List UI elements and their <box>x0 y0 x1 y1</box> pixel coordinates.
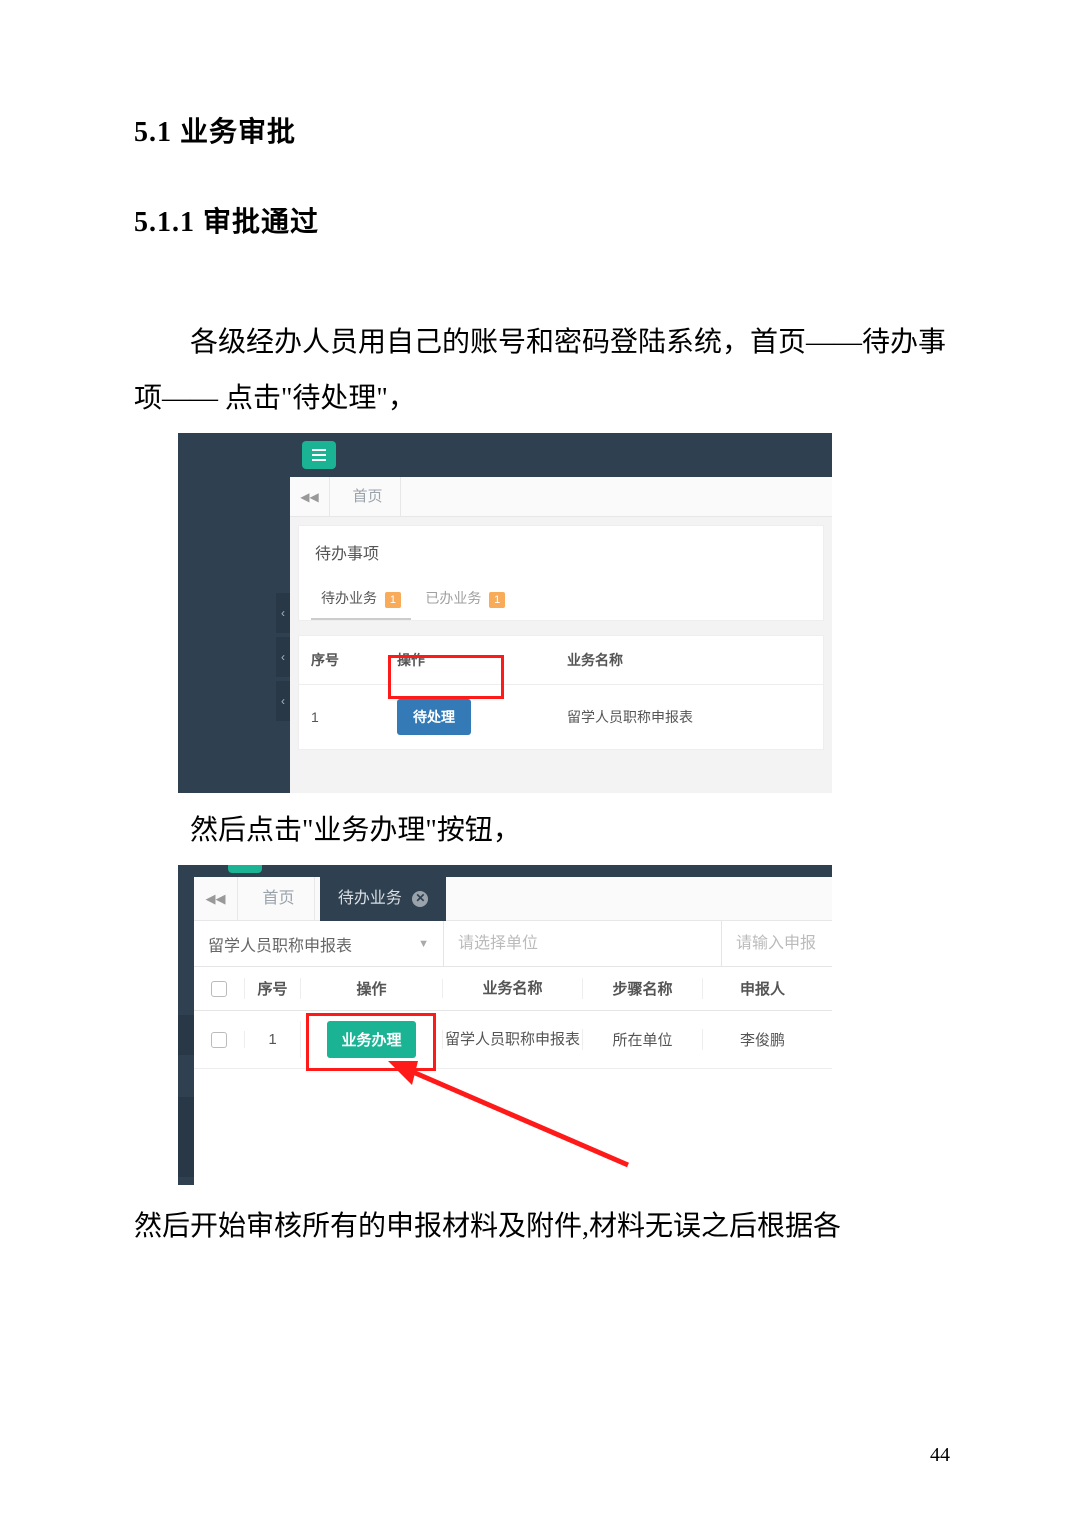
tab-home[interactable]: 首页 <box>242 877 315 921</box>
heading-5-1-1: 5.1.1 审批通过 <box>134 200 950 240</box>
topbar-remnant <box>194 865 832 877</box>
table-header-row: 序号 操作 业务名称 <box>299 636 823 685</box>
paragraph-2: 然后点击"业务办理"按钮， <box>134 803 950 859</box>
col-seq: 序号 <box>299 636 389 684</box>
hamburger-bottom-edge <box>228 865 262 873</box>
filter-applicant-input[interactable]: 请输入申报 <box>722 921 832 967</box>
badge-pending: 1 <box>385 592 401 608</box>
caret-down-icon: ▼ <box>418 938 429 950</box>
tabbar-back-button[interactable]: ◀◀ <box>290 477 330 517</box>
tab-bar: ◀◀ 首页 <box>290 477 832 517</box>
content-area: 待办事项 待办业务 1 已办业务 1 序号 操作 业务名称 1 <box>290 517 832 793</box>
sidebar-collapse-2[interactable] <box>178 1097 194 1137</box>
col-applicant: 申报人 <box>702 978 822 999</box>
cell-bizname: 留学人员职称申报表 <box>559 693 823 741</box>
pending-button[interactable]: 待处理 <box>397 699 471 735</box>
checkbox-all[interactable] <box>211 981 227 997</box>
subtab-done[interactable]: 已办业务 1 <box>415 578 515 618</box>
subtab-pending[interactable]: 待办业务 1 <box>311 578 411 620</box>
col-op: 操作 <box>389 636 559 684</box>
filter-biztype-value: 留学人员职称申报表 <box>208 932 352 956</box>
paragraph-1: 各级经办人员用自己的账号和密码登陆系统，首页——待办事项—— 点击"待处理"， <box>134 315 950 427</box>
subtab-done-label: 已办业务 <box>425 590 481 606</box>
col-seq: 序号 <box>244 978 300 999</box>
col-bizname: 业务名称 <box>442 979 582 999</box>
col-stepname: 步骤名称 <box>582 978 702 999</box>
sub-tabs: 待办业务 1 已办业务 1 <box>298 578 824 621</box>
topbar <box>290 433 832 477</box>
screenshot-1: ‹ ‹ ‹ ◀◀ 首页 待办事项 待办业务 1 已办业务 1 <box>178 433 832 793</box>
cell-op: 业务办理 <box>300 1021 442 1058</box>
cell-bizname: 留学人员职称申报表 <box>442 1030 582 1050</box>
sidebar-collapse-3[interactable]: ‹ <box>276 681 290 721</box>
process-button[interactable]: 业务办理 <box>327 1021 415 1058</box>
col-checkbox <box>194 980 244 997</box>
sidebar-collapse-1[interactable]: ‹ <box>276 593 290 633</box>
paragraph-3: 然后开始审核所有的申报材料及附件,材料无误之后根据各 <box>134 1199 950 1255</box>
cell-checkbox <box>194 1031 244 1048</box>
hamburger-button[interactable] <box>302 441 336 469</box>
filter-biztype-select[interactable]: 留学人员职称申报表 ▼ <box>194 921 444 967</box>
cell-stepname: 所在单位 <box>582 1029 702 1050</box>
tabbar-back-button[interactable]: ◀◀ <box>194 877 238 921</box>
cell-applicant: 李俊鹏 <box>702 1029 822 1050</box>
task-table: 序号 操作 业务名称 1 待处理 留学人员职称申报表 <box>298 635 824 750</box>
sidebar-collapse-2[interactable]: ‹ <box>276 637 290 677</box>
table-row: 1 待处理 留学人员职称申报表 <box>299 685 823 749</box>
col-bizname: 业务名称 <box>559 636 823 684</box>
menu-icon <box>312 449 326 461</box>
filter-row: 留学人员职称申报表 ▼ 请选择单位 请输入申报 <box>194 921 832 967</box>
table-row: 1 业务办理 留学人员职称申报表 所在单位 李俊鹏 <box>194 1011 832 1069</box>
cell-seq: 1 <box>244 1031 300 1048</box>
sidebar <box>178 433 290 793</box>
subtab-pending-label: 待办业务 <box>321 590 377 606</box>
close-icon[interactable]: ✕ <box>412 891 428 907</box>
tab-pending-biz[interactable]: 待办业务 ✕ <box>320 877 446 921</box>
badge-done: 1 <box>489 592 505 608</box>
heading-5-1: 5.1 业务审批 <box>134 110 950 150</box>
sidebar-collapse-1[interactable] <box>178 1015 194 1055</box>
sidebar-collapse-3[interactable] <box>178 1137 194 1177</box>
content-area: 留学人员职称申报表 ▼ 请选择单位 请输入申报 序号 操作 业务名称 步骤名称 … <box>194 921 832 1185</box>
page-number: 44 <box>930 1444 950 1467</box>
col-op: 操作 <box>300 978 442 999</box>
row-checkbox[interactable] <box>211 1032 227 1048</box>
cell-op: 待处理 <box>389 685 559 749</box>
tab-bar: ◀◀ 首页 待办业务 ✕ <box>194 877 832 921</box>
tab-home[interactable]: 首页 <box>334 477 401 517</box>
cell-seq: 1 <box>299 695 389 739</box>
panel-title: 待办事项 <box>298 525 824 578</box>
tab-pending-biz-label: 待办业务 <box>338 890 402 907</box>
filter-unit-input[interactable]: 请选择单位 <box>444 921 722 967</box>
table-header-row: 序号 操作 业务名称 步骤名称 申报人 <box>194 967 832 1011</box>
screenshot-2: ◀◀ 首页 待办业务 ✕ 留学人员职称申报表 ▼ 请选择单位 请输入申报 序号 … <box>178 865 832 1185</box>
